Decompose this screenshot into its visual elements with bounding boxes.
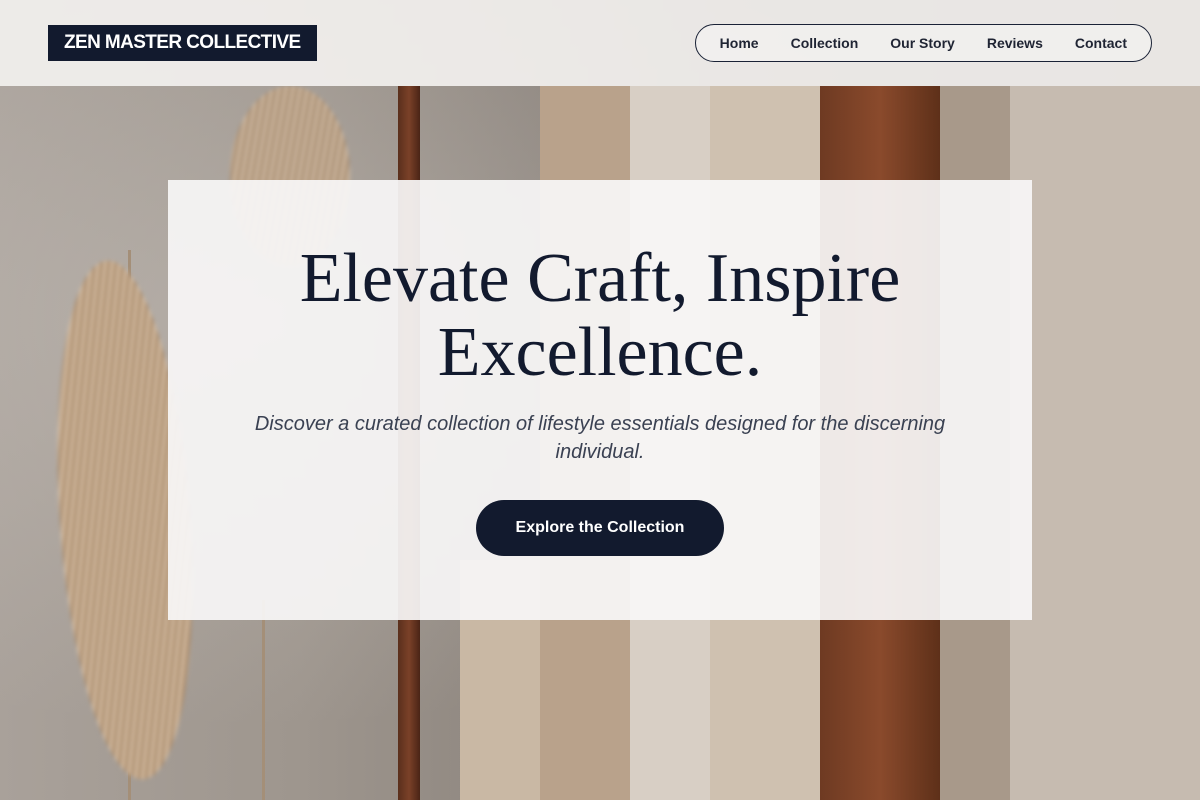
pampas-stem <box>262 600 265 800</box>
nav-item-home[interactable]: Home <box>704 25 775 61</box>
hero-card: Elevate Craft, Inspire Excellence. Disco… <box>168 180 1032 620</box>
nav-item-collection[interactable]: Collection <box>775 25 875 61</box>
garment-sherpa <box>1010 86 1200 800</box>
site-header: ZEN MASTER COLLECTIVE Home Collection Ou… <box>0 0 1200 86</box>
hero-subheadline: Discover a curated collection of lifesty… <box>254 413 946 463</box>
nav-item-contact[interactable]: Contact <box>1059 25 1143 61</box>
explore-collection-button[interactable]: Explore the Collection <box>476 500 724 556</box>
brand-logo[interactable]: ZEN MASTER COLLECTIVE <box>48 25 317 61</box>
hero-headline: Elevate Craft, Inspire Excellence. <box>299 240 901 391</box>
nav-item-reviews[interactable]: Reviews <box>971 25 1059 61</box>
main-nav: Home Collection Our Story Reviews Contac… <box>694 24 1152 62</box>
nav-item-our-story[interactable]: Our Story <box>874 25 971 61</box>
